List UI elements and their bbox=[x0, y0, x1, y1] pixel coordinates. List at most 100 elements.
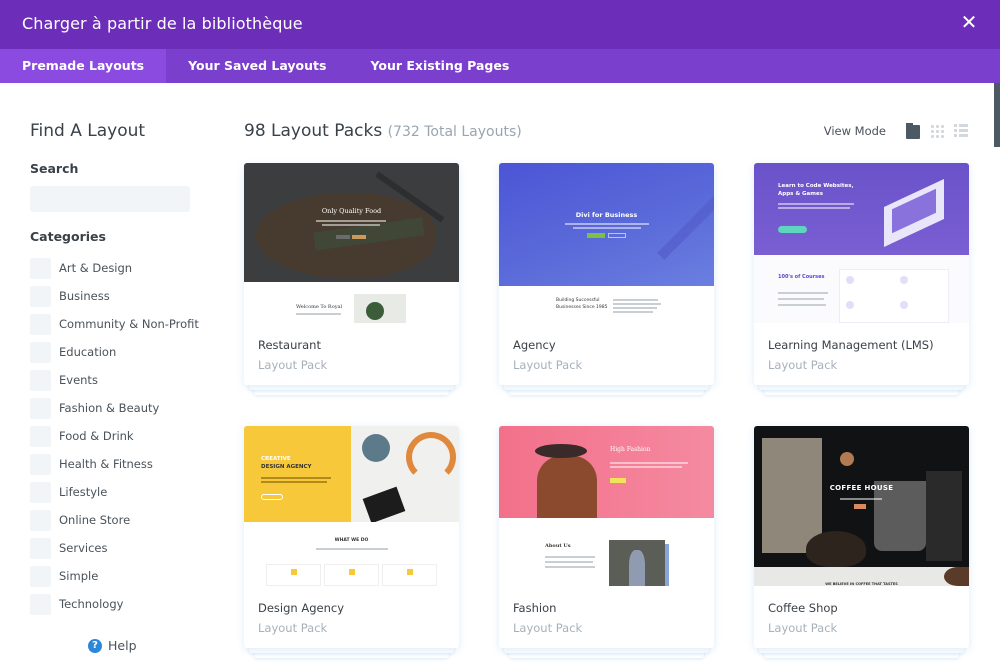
checkbox[interactable] bbox=[30, 537, 51, 559]
building-shape bbox=[657, 196, 714, 260]
category-label: Events bbox=[59, 373, 98, 387]
view-mode-switcher: View Mode bbox=[823, 123, 968, 139]
category-community-non-profit[interactable]: Community & Non-Profit bbox=[30, 310, 220, 338]
card-face: Learn to Code Websites, Apps & Games 100… bbox=[754, 163, 969, 385]
category-food-drink[interactable]: Food & Drink bbox=[30, 422, 220, 450]
text-line bbox=[316, 220, 386, 222]
hero-button bbox=[261, 494, 283, 500]
text-line bbox=[778, 304, 826, 306]
modal-header: Charger à partir de la bibliothèque ✕ bbox=[0, 0, 1000, 49]
coffee-bag-image bbox=[762, 438, 822, 553]
accent-bar bbox=[665, 544, 669, 586]
text-line bbox=[565, 223, 649, 225]
lower-heading: 100's of Courses bbox=[778, 274, 825, 280]
grinder-knob-image bbox=[840, 452, 854, 466]
sidebar-title: Find A Layout bbox=[30, 121, 146, 141]
scrollbar-thumb[interactable] bbox=[994, 83, 1000, 147]
text-line bbox=[296, 313, 341, 315]
hero-button bbox=[336, 235, 350, 239]
checkbox[interactable] bbox=[30, 565, 51, 587]
tab-premade-layouts[interactable]: Premade Layouts bbox=[0, 49, 167, 83]
category-services[interactable]: Services bbox=[30, 534, 220, 562]
course-icon bbox=[846, 301, 854, 309]
service-icon bbox=[291, 569, 297, 575]
layout-card-design-agency[interactable]: CREATIVE DESIGN AGENCY WHAT WE DO Design… bbox=[244, 426, 459, 658]
service-box bbox=[324, 564, 379, 586]
thumbnail-lower: WHAT WE DO bbox=[244, 522, 459, 586]
layout-card-coffee-shop[interactable]: COFFEE HOUSE WE BELIEVE IN COFFEE THAT T… bbox=[754, 426, 969, 658]
hat-image bbox=[535, 444, 587, 458]
checkbox[interactable] bbox=[30, 285, 51, 307]
category-health-fitness[interactable]: Health & Fitness bbox=[30, 450, 220, 478]
hero-heading: Learn to Code Websites, bbox=[778, 183, 854, 189]
category-art-design[interactable]: Art & Design bbox=[30, 254, 220, 282]
thumbnail-hero: COFFEE HOUSE bbox=[754, 426, 969, 567]
text-line bbox=[610, 466, 682, 468]
text-line bbox=[778, 292, 828, 294]
layout-card-lms[interactable]: Learn to Code Websites, Apps & Games 100… bbox=[754, 163, 969, 395]
checkbox[interactable] bbox=[30, 369, 51, 391]
layout-type: Layout Pack bbox=[513, 621, 583, 635]
category-education[interactable]: Education bbox=[30, 338, 220, 366]
help-link[interactable]: ? Help bbox=[88, 638, 137, 653]
search-input[interactable] bbox=[30, 186, 190, 212]
layout-card-agency[interactable]: Divi for Business Building Successful Bu… bbox=[499, 163, 714, 395]
service-box bbox=[266, 564, 321, 586]
hero-heading: High Fashion bbox=[610, 446, 651, 453]
category-online-store[interactable]: Online Store bbox=[30, 506, 220, 534]
folder-icon[interactable] bbox=[906, 123, 920, 139]
text-line bbox=[613, 307, 657, 309]
laptop-image bbox=[884, 179, 944, 247]
tab-saved-layouts[interactable]: Your Saved Layouts bbox=[166, 49, 348, 83]
help-label: Help bbox=[108, 638, 137, 653]
grid-icon[interactable] bbox=[930, 124, 944, 138]
card-face: COFFEE HOUSE WE BELIEVE IN COFFEE THAT T… bbox=[754, 426, 969, 648]
hero-button bbox=[610, 478, 626, 483]
checkbox[interactable] bbox=[30, 397, 51, 419]
checkbox[interactable] bbox=[30, 313, 51, 335]
scrollbar[interactable] bbox=[994, 83, 1000, 669]
text-line bbox=[573, 227, 641, 229]
layout-count-title: 98 Layout Packs (732 Total Layouts) bbox=[244, 121, 522, 141]
text-line bbox=[613, 299, 658, 301]
layout-card-fashion[interactable]: High Fashion About Us Fashion Layout Pac… bbox=[499, 426, 714, 658]
checkbox[interactable] bbox=[30, 481, 51, 503]
checkbox[interactable] bbox=[30, 257, 51, 279]
plant-image bbox=[366, 302, 384, 320]
category-fashion-beauty[interactable]: Fashion & Beauty bbox=[30, 394, 220, 422]
lower-heading: WE BELIEVE IN COFFEE THAT TASTES bbox=[825, 582, 898, 586]
list-icon[interactable] bbox=[954, 124, 968, 138]
checkbox[interactable] bbox=[30, 425, 51, 447]
category-business[interactable]: Business bbox=[30, 282, 220, 310]
layout-name: Coffee Shop bbox=[768, 601, 838, 615]
layout-name: Design Agency bbox=[258, 601, 345, 615]
category-events[interactable]: Events bbox=[30, 366, 220, 394]
lower-heading: Welcome To Royal bbox=[296, 304, 343, 310]
text-line bbox=[778, 203, 854, 205]
layout-thumbnail: Divi for Business Building Successful Bu… bbox=[499, 163, 714, 323]
hero-heading: CREATIVE bbox=[261, 456, 291, 462]
text-line bbox=[322, 224, 380, 226]
thumbnail-hero: Learn to Code Websites, Apps & Games bbox=[754, 163, 969, 255]
layout-thumbnail: Only Quality Food Welcome To Royal bbox=[244, 163, 459, 323]
checkbox[interactable] bbox=[30, 593, 51, 615]
course-icon bbox=[846, 276, 854, 284]
tab-existing-pages[interactable]: Your Existing Pages bbox=[348, 49, 531, 83]
tab-bar: Premade Layouts Your Saved Layouts Your … bbox=[0, 49, 1000, 83]
checkbox[interactable] bbox=[30, 341, 51, 363]
close-icon[interactable]: ✕ bbox=[960, 12, 978, 32]
category-label: Food & Drink bbox=[59, 429, 134, 443]
checkbox[interactable] bbox=[30, 509, 51, 531]
categories-label: Categories bbox=[30, 229, 106, 244]
category-label: Lifestyle bbox=[59, 485, 108, 499]
category-lifestyle[interactable]: Lifestyle bbox=[30, 478, 220, 506]
category-label: Art & Design bbox=[59, 261, 133, 275]
view-mode-label: View Mode bbox=[823, 124, 886, 138]
model-image bbox=[537, 456, 597, 518]
category-technology[interactable]: Technology bbox=[30, 590, 220, 618]
model-image bbox=[629, 550, 645, 586]
total-layouts-count: (732 Total Layouts) bbox=[387, 124, 522, 140]
category-simple[interactable]: Simple bbox=[30, 562, 220, 590]
checkbox[interactable] bbox=[30, 453, 51, 475]
layout-card-restaurant[interactable]: Only Quality Food Welcome To Royal Resta… bbox=[244, 163, 459, 395]
